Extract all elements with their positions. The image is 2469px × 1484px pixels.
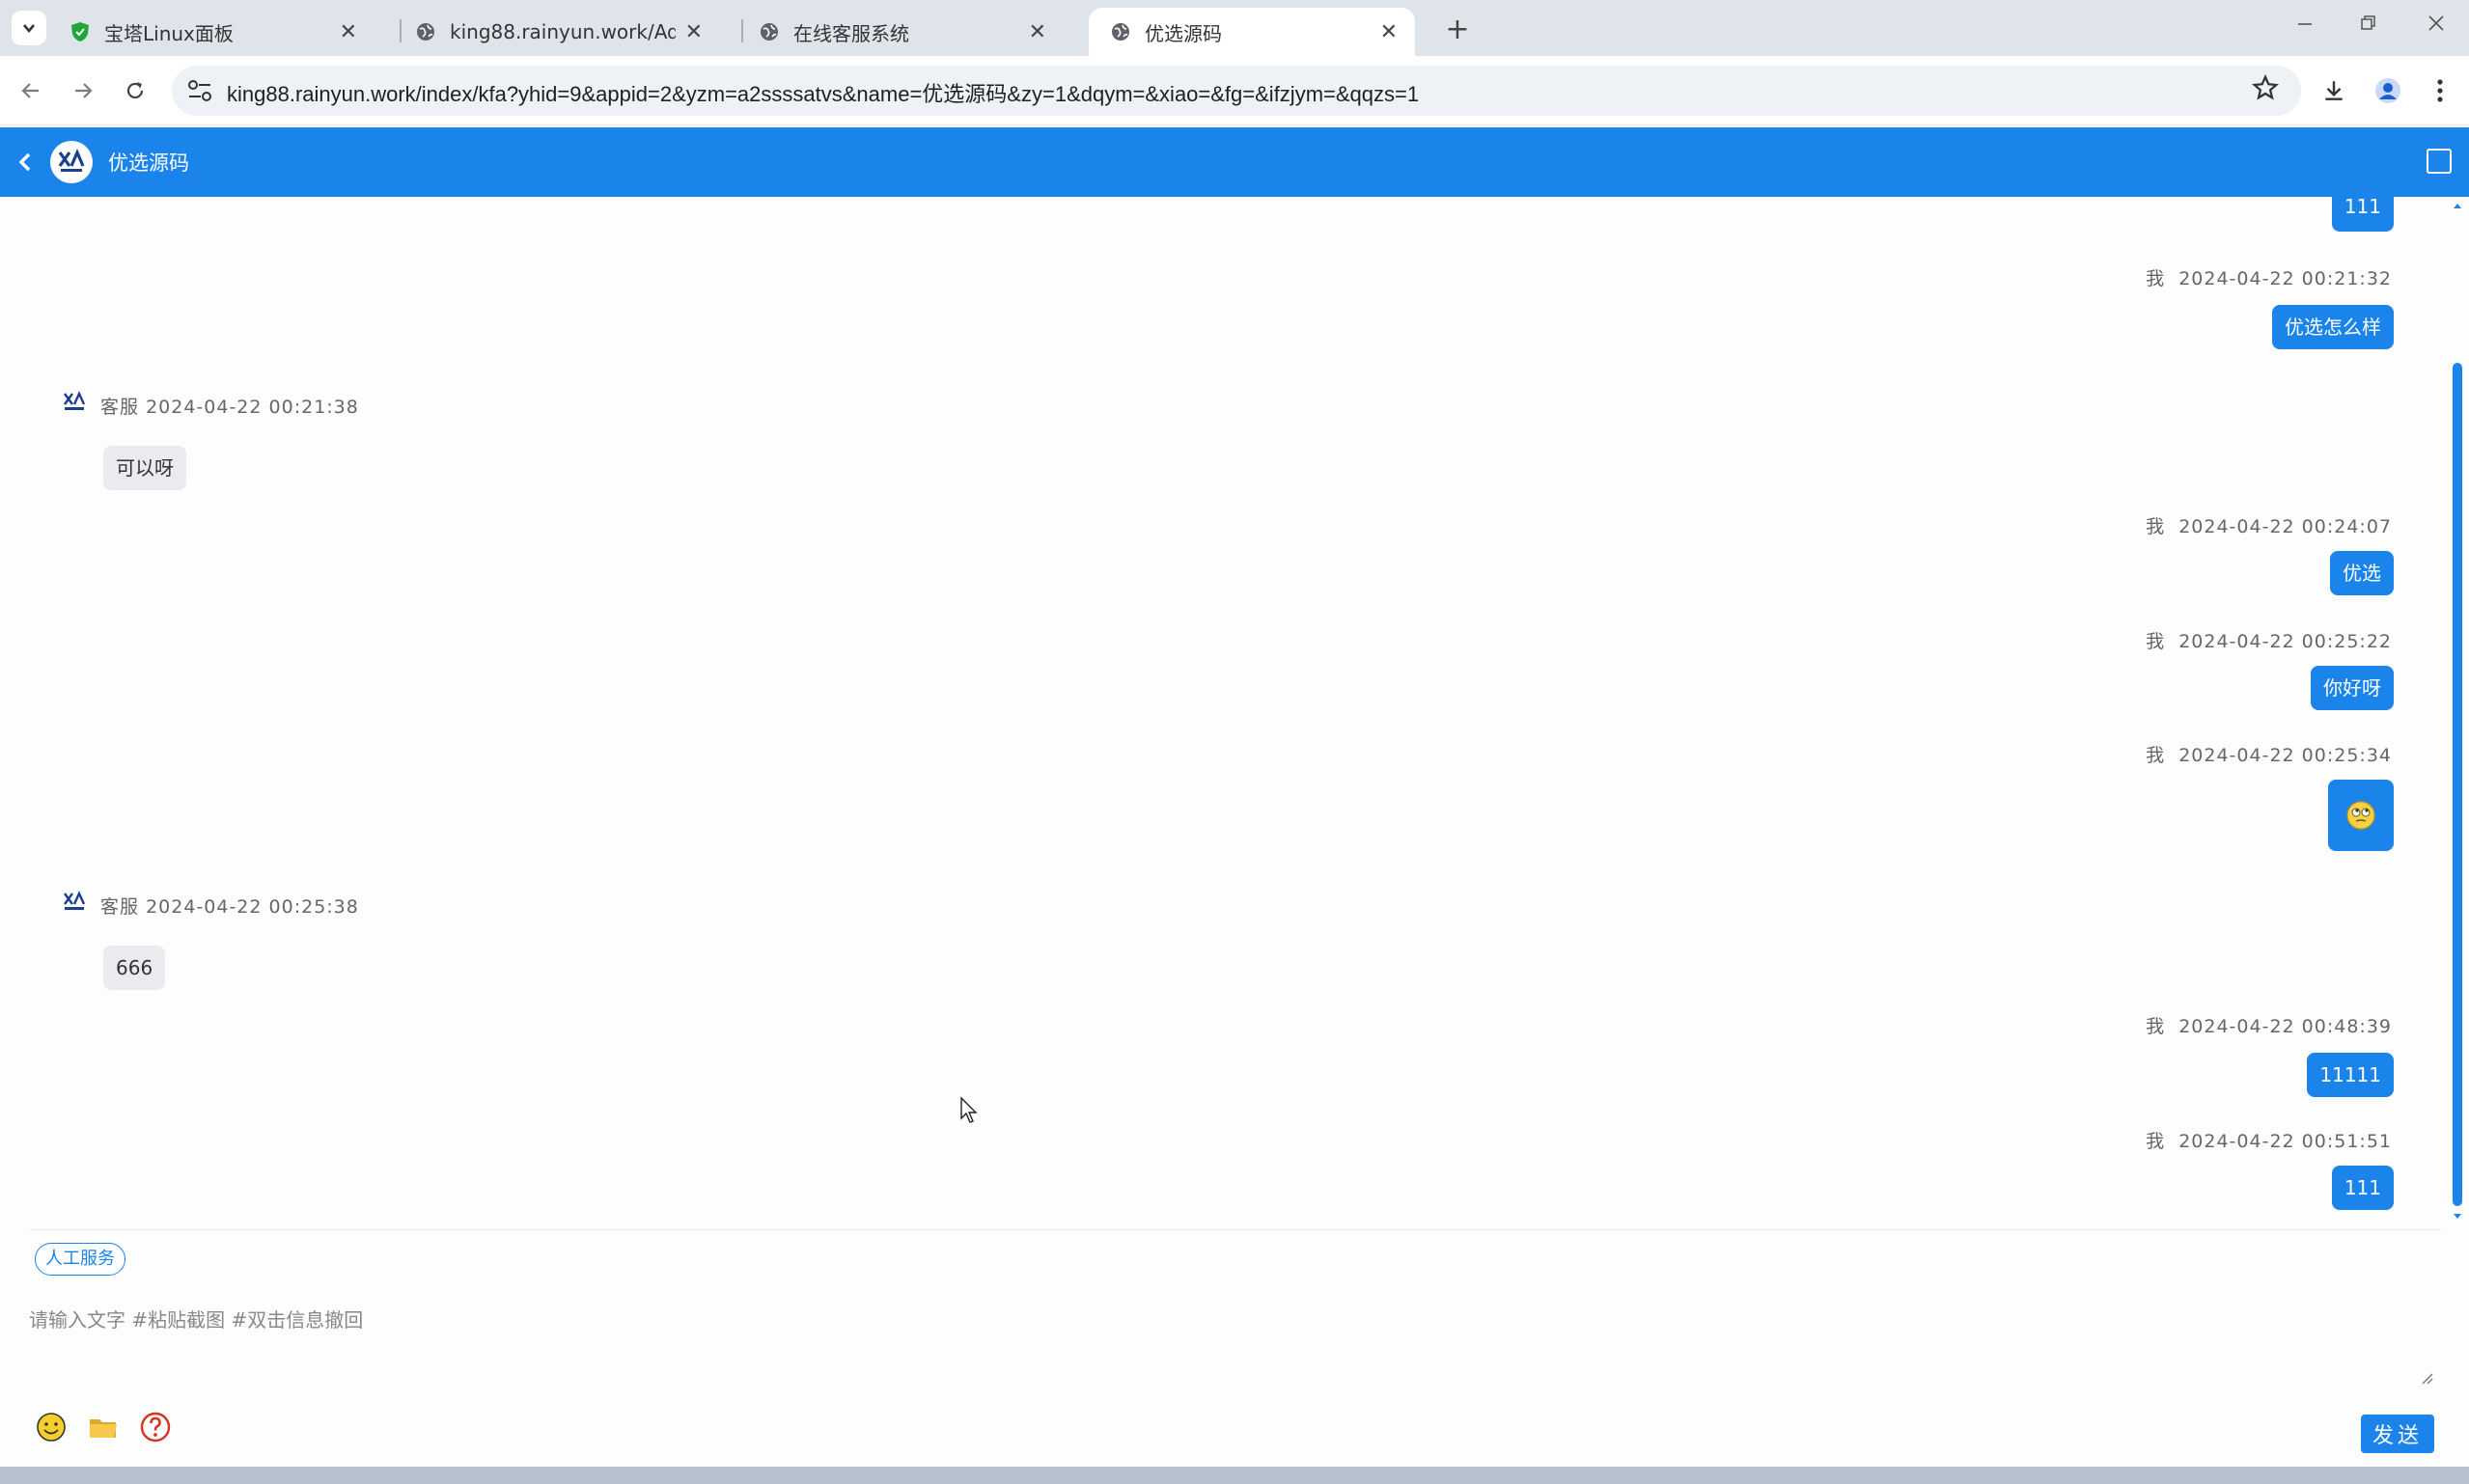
address-bar[interactable]: king88.rainyun.work/index/kfa?yhid=9&app… bbox=[172, 66, 2301, 116]
url-text[interactable]: king88.rainyun.work/index/kfa?yhid=9&app… bbox=[227, 77, 1419, 108]
sender-name: 我 bbox=[2146, 631, 2166, 652]
browser-toolbar: king88.rainyun.work/index/kfa?yhid=9&app… bbox=[0, 56, 2469, 125]
globe-icon bbox=[761, 23, 778, 41]
message-bubble[interactable]: 111 bbox=[2331, 1166, 2394, 1210]
agent-avatar-icon bbox=[64, 391, 86, 410]
message-meta: 我 2024-04-22 00:51:51 bbox=[2146, 1127, 2392, 1153]
message-bubble[interactable]: 111 bbox=[2331, 197, 2394, 232]
message-bubble[interactable]: 优选 bbox=[2330, 551, 2394, 595]
human-service-button[interactable]: 人工服务 bbox=[35, 1243, 125, 1276]
sender-name: 客服 bbox=[100, 397, 140, 418]
tab-online-service[interactable]: 在线客服系统 ✕ bbox=[737, 8, 1064, 56]
tab-title: king88.rainyun.work/Adminy bbox=[450, 20, 676, 43]
shield-icon bbox=[71, 22, 89, 41]
rolling-eyes-emoji-icon bbox=[2346, 801, 2375, 830]
more-menu-icon[interactable] bbox=[2423, 73, 2457, 108]
tab-title: 宝塔Linux面板 bbox=[104, 21, 234, 45]
sender-name: 我 bbox=[2146, 268, 2166, 289]
reload-icon[interactable] bbox=[118, 73, 153, 108]
composer-divider bbox=[29, 1229, 2442, 1230]
logo-mark-icon bbox=[58, 148, 85, 172]
brand-logo bbox=[50, 141, 93, 183]
close-icon[interactable]: ✕ bbox=[1029, 20, 1046, 44]
tab-youxuan-active[interactable]: 优选源码 ✕ bbox=[1089, 8, 1415, 56]
globe-icon bbox=[1112, 23, 1129, 41]
agent-avatar-icon bbox=[64, 891, 86, 910]
forward-arrow-icon[interactable] bbox=[66, 73, 100, 108]
resize-grip-icon[interactable] bbox=[2417, 1368, 2434, 1386]
message-meta: 客服 2024-04-22 00:25:38 bbox=[100, 893, 359, 919]
chat-header: 优选源码 bbox=[0, 127, 2469, 197]
window-bottom-edge bbox=[0, 1467, 2469, 1484]
timestamp: 2024-04-22 00:21:38 bbox=[146, 397, 359, 418]
message-meta: 我 2024-04-22 00:25:22 bbox=[2146, 627, 2392, 653]
tab-title: 在线客服系统 bbox=[793, 21, 909, 45]
help-icon[interactable] bbox=[139, 1411, 172, 1443]
sender-name: 我 bbox=[2146, 1131, 2166, 1152]
message-bubble[interactable]: 666 bbox=[103, 946, 166, 990]
scroll-up-arrow-icon[interactable] bbox=[2452, 201, 2463, 210]
restore-icon[interactable] bbox=[2349, 14, 2388, 38]
window-close-icon[interactable] bbox=[2417, 14, 2455, 38]
chat-message-list: 111 我 2024-04-22 00:21:32 优选怎么样 客服 2024-… bbox=[0, 197, 2452, 1227]
chat-scrollbar[interactable] bbox=[2450, 197, 2467, 1227]
timestamp: 2024-04-22 00:25:22 bbox=[2178, 631, 2392, 652]
sender-name: 客服 bbox=[100, 896, 140, 918]
globe-icon bbox=[417, 23, 434, 41]
profile-avatar-icon[interactable] bbox=[2371, 73, 2405, 108]
expand-icon[interactable] bbox=[2427, 149, 2452, 174]
emoji-message-bubble[interactable] bbox=[2328, 780, 2394, 851]
message-input[interactable] bbox=[27, 1303, 2442, 1389]
message-bubble[interactable]: 你好呀 bbox=[2311, 666, 2394, 710]
timestamp: 2024-04-22 00:21:32 bbox=[2178, 268, 2392, 289]
timestamp: 2024-04-22 00:24:07 bbox=[2178, 516, 2392, 537]
sender-name: 我 bbox=[2146, 516, 2166, 537]
download-icon[interactable] bbox=[2316, 73, 2351, 108]
chevron-left-icon[interactable] bbox=[12, 147, 39, 178]
message-bubble[interactable]: 优选怎么样 bbox=[2272, 305, 2394, 349]
timestamp: 2024-04-22 00:25:34 bbox=[2178, 745, 2392, 766]
timestamp: 2024-04-22 00:48:39 bbox=[2178, 1016, 2392, 1037]
tab-search-button[interactable] bbox=[12, 11, 46, 45]
tab-title: 优选源码 bbox=[1145, 21, 1222, 45]
site-settings-icon[interactable] bbox=[185, 77, 214, 104]
folder-icon[interactable] bbox=[87, 1411, 120, 1443]
page-title: 优选源码 bbox=[108, 151, 189, 175]
message-meta: 我 2024-04-22 00:21:32 bbox=[2146, 264, 2392, 290]
new-tab-button[interactable]: + bbox=[1440, 12, 1475, 46]
close-icon[interactable]: ✕ bbox=[1380, 20, 1398, 44]
close-icon[interactable]: ✕ bbox=[685, 20, 703, 44]
message-meta: 我 2024-04-22 00:25:34 bbox=[2146, 741, 2392, 767]
minimize-icon[interactable] bbox=[2286, 14, 2324, 38]
message-bubble[interactable]: 可以呀 bbox=[103, 446, 186, 490]
message-meta: 我 2024-04-22 00:24:07 bbox=[2146, 512, 2392, 538]
bookmark-star-icon[interactable] bbox=[2251, 73, 2280, 102]
mouse-cursor-icon bbox=[960, 1096, 978, 1123]
scroll-down-arrow-icon[interactable] bbox=[2452, 1212, 2463, 1222]
message-meta: 我 2024-04-22 00:48:39 bbox=[2146, 1012, 2392, 1038]
tab-baota-panel[interactable]: 宝塔Linux面板 ✕ bbox=[48, 8, 375, 56]
browser-tab-strip: 宝塔Linux面板 ✕ king88.rainyun.work/Adminy ✕… bbox=[0, 0, 2469, 56]
scrollbar-thumb[interactable] bbox=[2453, 363, 2462, 1206]
smiley-icon[interactable] bbox=[35, 1411, 68, 1443]
close-icon[interactable]: ✕ bbox=[340, 20, 357, 44]
back-arrow-icon[interactable] bbox=[14, 73, 48, 108]
chevron-down-icon bbox=[23, 24, 35, 34]
sender-name: 我 bbox=[2146, 745, 2166, 766]
tab-admin[interactable]: king88.rainyun.work/Adminy ✕ bbox=[394, 8, 720, 56]
sender-name: 我 bbox=[2146, 1016, 2166, 1037]
timestamp: 2024-04-22 00:51:51 bbox=[2178, 1131, 2392, 1152]
message-bubble[interactable]: 11111 bbox=[2307, 1053, 2394, 1097]
send-button[interactable]: 发送 bbox=[2361, 1415, 2434, 1453]
message-meta: 客服 2024-04-22 00:21:38 bbox=[100, 393, 359, 419]
timestamp: 2024-04-22 00:25:38 bbox=[146, 896, 359, 918]
